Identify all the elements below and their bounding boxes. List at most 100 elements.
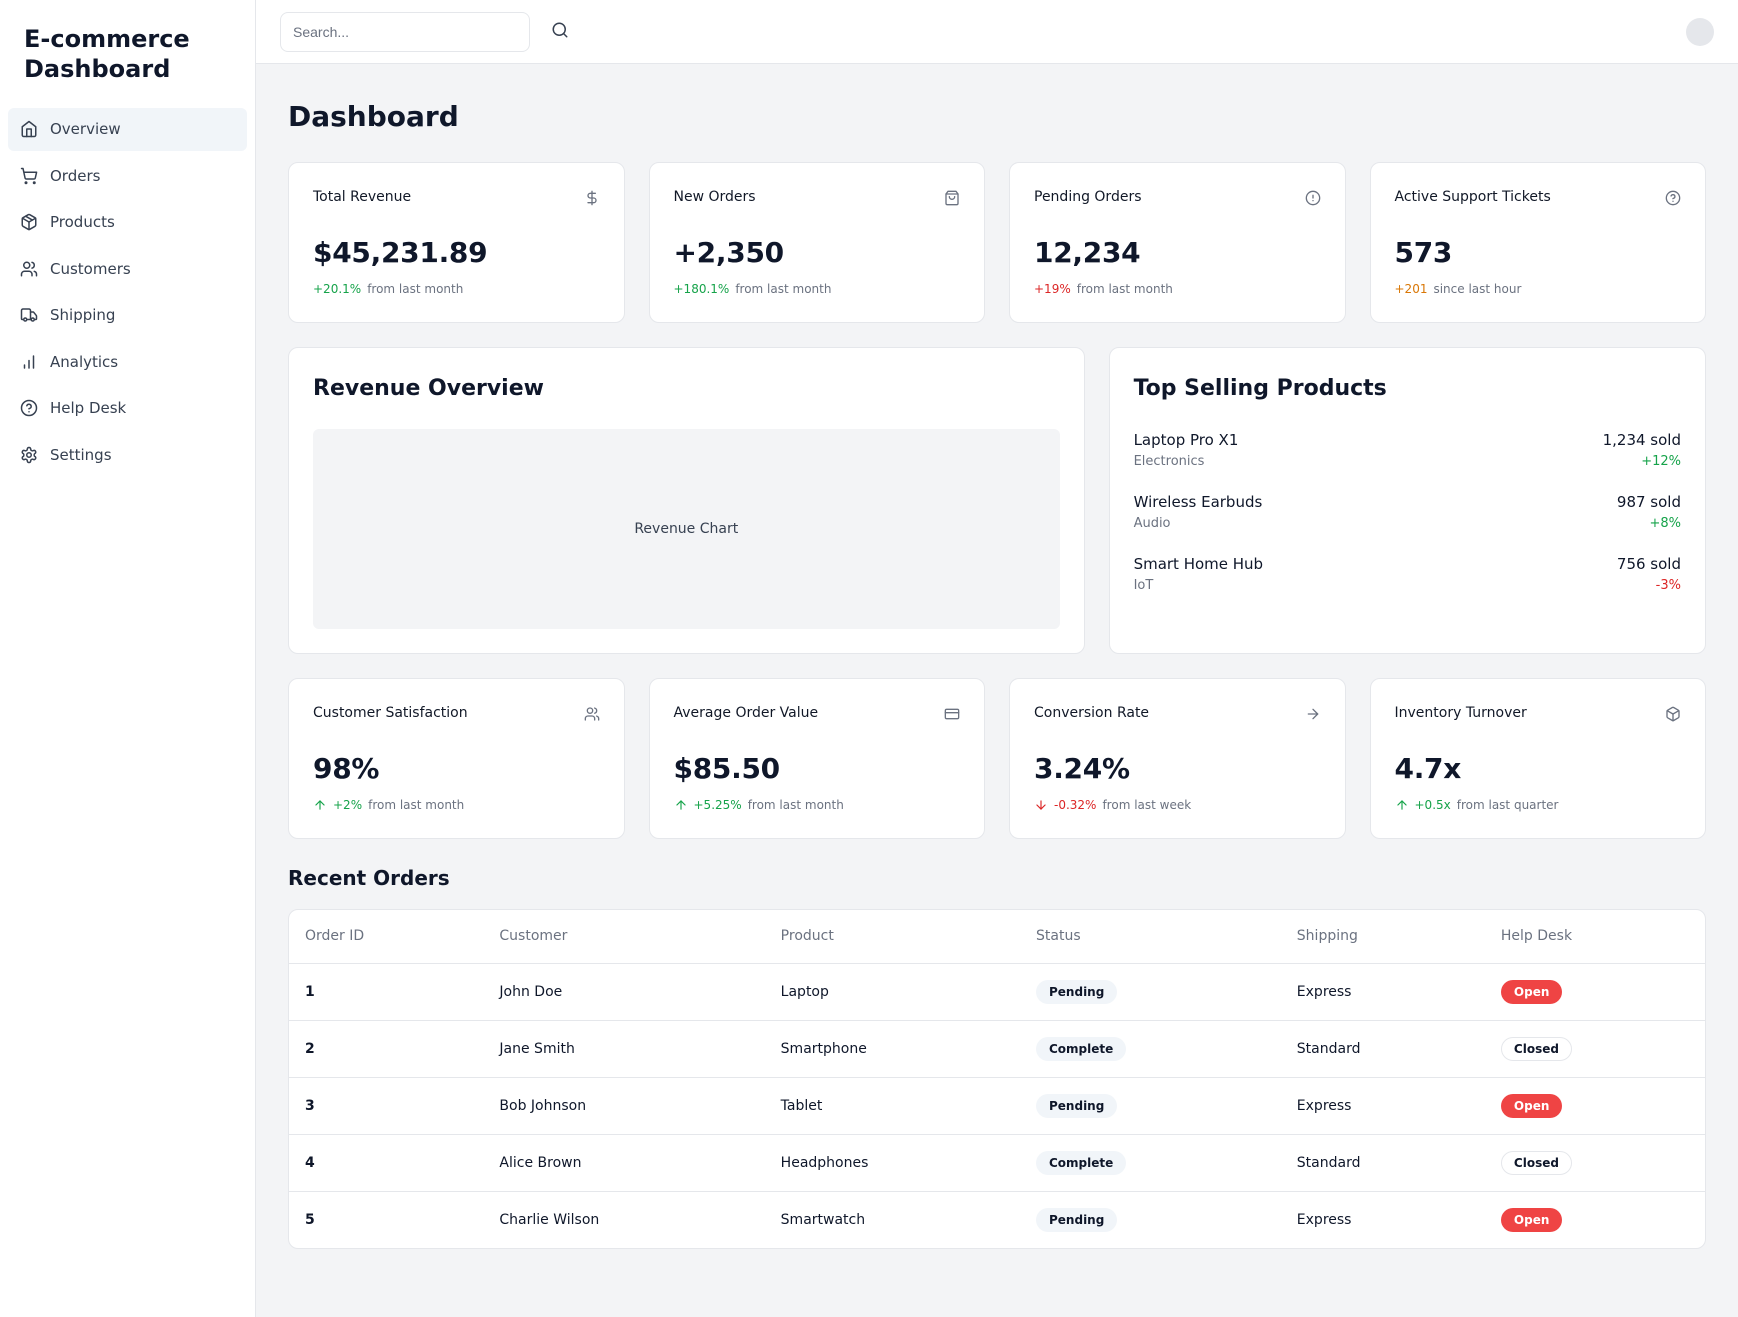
stat-inventory-turnover: Inventory Turnover 4.7x +0.5x from last … <box>1370 678 1707 839</box>
td-product: Smartphone <box>765 1021 1020 1078</box>
top-product-change: +8% <box>1617 514 1681 534</box>
truck-icon <box>20 306 38 324</box>
td-shipping: Express <box>1281 964 1485 1021</box>
chart-label: Revenue Chart <box>634 519 738 540</box>
sidebar-item-label: Overview <box>50 118 121 141</box>
status-badge: Pending <box>1036 980 1117 1004</box>
top-products-title: Top Selling Products <box>1134 372 1681 405</box>
help-circle-icon <box>20 399 38 417</box>
td-status: Pending <box>1020 1192 1281 1249</box>
search-input[interactable] <box>280 12 530 52</box>
table-row[interactable]: 1John DoeLaptopPendingExpressOpen <box>289 964 1705 1021</box>
td-order-id: 1 <box>289 964 483 1021</box>
top-product-row: Smart Home HubIoT756 sold-3% <box>1134 553 1681 595</box>
stat-title: Inventory Turnover <box>1395 703 1527 724</box>
stat-total-revenue: Total Revenue $45,231.89 +20.1% from las… <box>288 162 625 323</box>
sidebar-item-overview[interactable]: Overview <box>8 108 247 151</box>
help-badge: Closed <box>1501 1037 1572 1061</box>
stat-new-orders: New Orders +2,350 +180.1% from last mont… <box>649 162 986 323</box>
stat-delta: +5.25% <box>694 796 742 814</box>
table-row[interactable]: 2Jane SmithSmartphoneCompleteStandardClo… <box>289 1021 1705 1078</box>
td-help: Open <box>1485 1192 1705 1249</box>
help-badge: Open <box>1501 1208 1562 1232</box>
home-icon <box>20 120 38 138</box>
stat-value: $85.50 <box>674 748 961 790</box>
help-badge: Open <box>1501 1094 1562 1118</box>
table-header: Customer <box>483 910 764 964</box>
stat-csat: Customer Satisfaction 98% +2% from last … <box>288 678 625 839</box>
top-product-change: +12% <box>1603 452 1681 472</box>
arrow-down-icon <box>1034 798 1048 812</box>
stat-note: since last hour <box>1433 280 1521 298</box>
status-badge: Pending <box>1036 1208 1117 1232</box>
users-icon <box>20 260 38 278</box>
top-product-change: -3% <box>1617 576 1681 596</box>
td-customer: Bob Johnson <box>483 1078 764 1135</box>
td-shipping: Express <box>1281 1192 1485 1249</box>
td-help: Closed <box>1485 1135 1705 1192</box>
sidebar-item-analytics[interactable]: Analytics <box>8 341 247 384</box>
status-badge: Complete <box>1036 1151 1126 1175</box>
stat-note: from last month <box>748 796 844 814</box>
stat-title: Conversion Rate <box>1034 703 1149 724</box>
table-row[interactable]: 3Bob JohnsonTabletPendingExpressOpen <box>289 1078 1705 1135</box>
td-order-id: 5 <box>289 1192 483 1249</box>
dollar-icon <box>584 190 600 206</box>
sidebar-item-label: Orders <box>50 165 100 188</box>
stat-title: Average Order Value <box>674 703 819 724</box>
stat-note: from last quarter <box>1457 796 1559 814</box>
sidebar-item-shipping[interactable]: Shipping <box>8 294 247 337</box>
td-customer: Alice Brown <box>483 1135 764 1192</box>
top-product-category: Audio <box>1134 514 1263 534</box>
recent-orders-title: Recent Orders <box>288 863 1706 893</box>
td-customer: John Doe <box>483 964 764 1021</box>
top-product-row: Laptop Pro X1Electronics1,234 sold+12% <box>1134 429 1681 471</box>
top-product-name: Laptop Pro X1 <box>1134 429 1239 452</box>
search-button[interactable] <box>542 14 578 50</box>
sidebar-nav: Overview Orders Products Customers <box>0 108 255 476</box>
help-circle-icon <box>1665 190 1681 206</box>
revenue-chart-placeholder: Revenue Chart <box>313 429 1060 629</box>
top-product-sales: 1,234 sold <box>1603 429 1681 452</box>
sidebar-item-customers[interactable]: Customers <box>8 248 247 291</box>
td-shipping: Express <box>1281 1078 1485 1135</box>
top-products-card: Top Selling Products Laptop Pro X1Electr… <box>1109 347 1706 654</box>
stat-value: 98% <box>313 748 600 790</box>
sidebar-item-orders[interactable]: Orders <box>8 155 247 198</box>
top-product-category: IoT <box>1134 576 1264 596</box>
sidebar-item-label: Shipping <box>50 304 115 327</box>
recent-orders-table: Order ID Customer Product Status Shippin… <box>289 910 1705 1248</box>
stat-value: 573 <box>1395 232 1682 274</box>
stat-value: +2,350 <box>674 232 961 274</box>
sidebar-item-settings[interactable]: Settings <box>8 434 247 477</box>
td-shipping: Standard <box>1281 1021 1485 1078</box>
sidebar-item-label: Products <box>50 211 115 234</box>
td-product: Headphones <box>765 1135 1020 1192</box>
stat-support-tickets: Active Support Tickets 573 +201 since la… <box>1370 162 1707 323</box>
stat-pending-orders: Pending Orders 12,234 +19% from last mon… <box>1009 162 1346 323</box>
box-icon <box>1665 706 1681 722</box>
stat-title: New Orders <box>674 187 756 208</box>
stat-delta: +180.1% <box>674 280 730 298</box>
stat-note: from last month <box>735 280 831 298</box>
table-header: Order ID <box>289 910 483 964</box>
sidebar-item-helpdesk[interactable]: Help Desk <box>8 387 247 430</box>
td-order-id: 4 <box>289 1135 483 1192</box>
sidebar-item-products[interactable]: Products <box>8 201 247 244</box>
td-shipping: Standard <box>1281 1135 1485 1192</box>
table-header: Shipping <box>1281 910 1485 964</box>
sidebar-item-label: Help Desk <box>50 397 126 420</box>
recent-orders-card: Order ID Customer Product Status Shippin… <box>288 909 1706 1249</box>
avatar[interactable] <box>1686 18 1714 46</box>
table-header: Status <box>1020 910 1281 964</box>
stat-delta: +0.5x <box>1415 796 1451 814</box>
table-row[interactable]: 5Charlie WilsonSmartwatchPendingExpressO… <box>289 1192 1705 1249</box>
table-header: Product <box>765 910 1020 964</box>
cart-icon <box>20 167 38 185</box>
stat-title: Active Support Tickets <box>1395 187 1551 208</box>
table-row[interactable]: 4Alice BrownHeadphones Complete StandardCl… <box>289 1135 1705 1192</box>
stat-delta: +201 <box>1395 280 1428 298</box>
td-status: Complete <box>1020 1021 1281 1078</box>
td-order-id: 2 <box>289 1021 483 1078</box>
bag-icon <box>944 190 960 206</box>
